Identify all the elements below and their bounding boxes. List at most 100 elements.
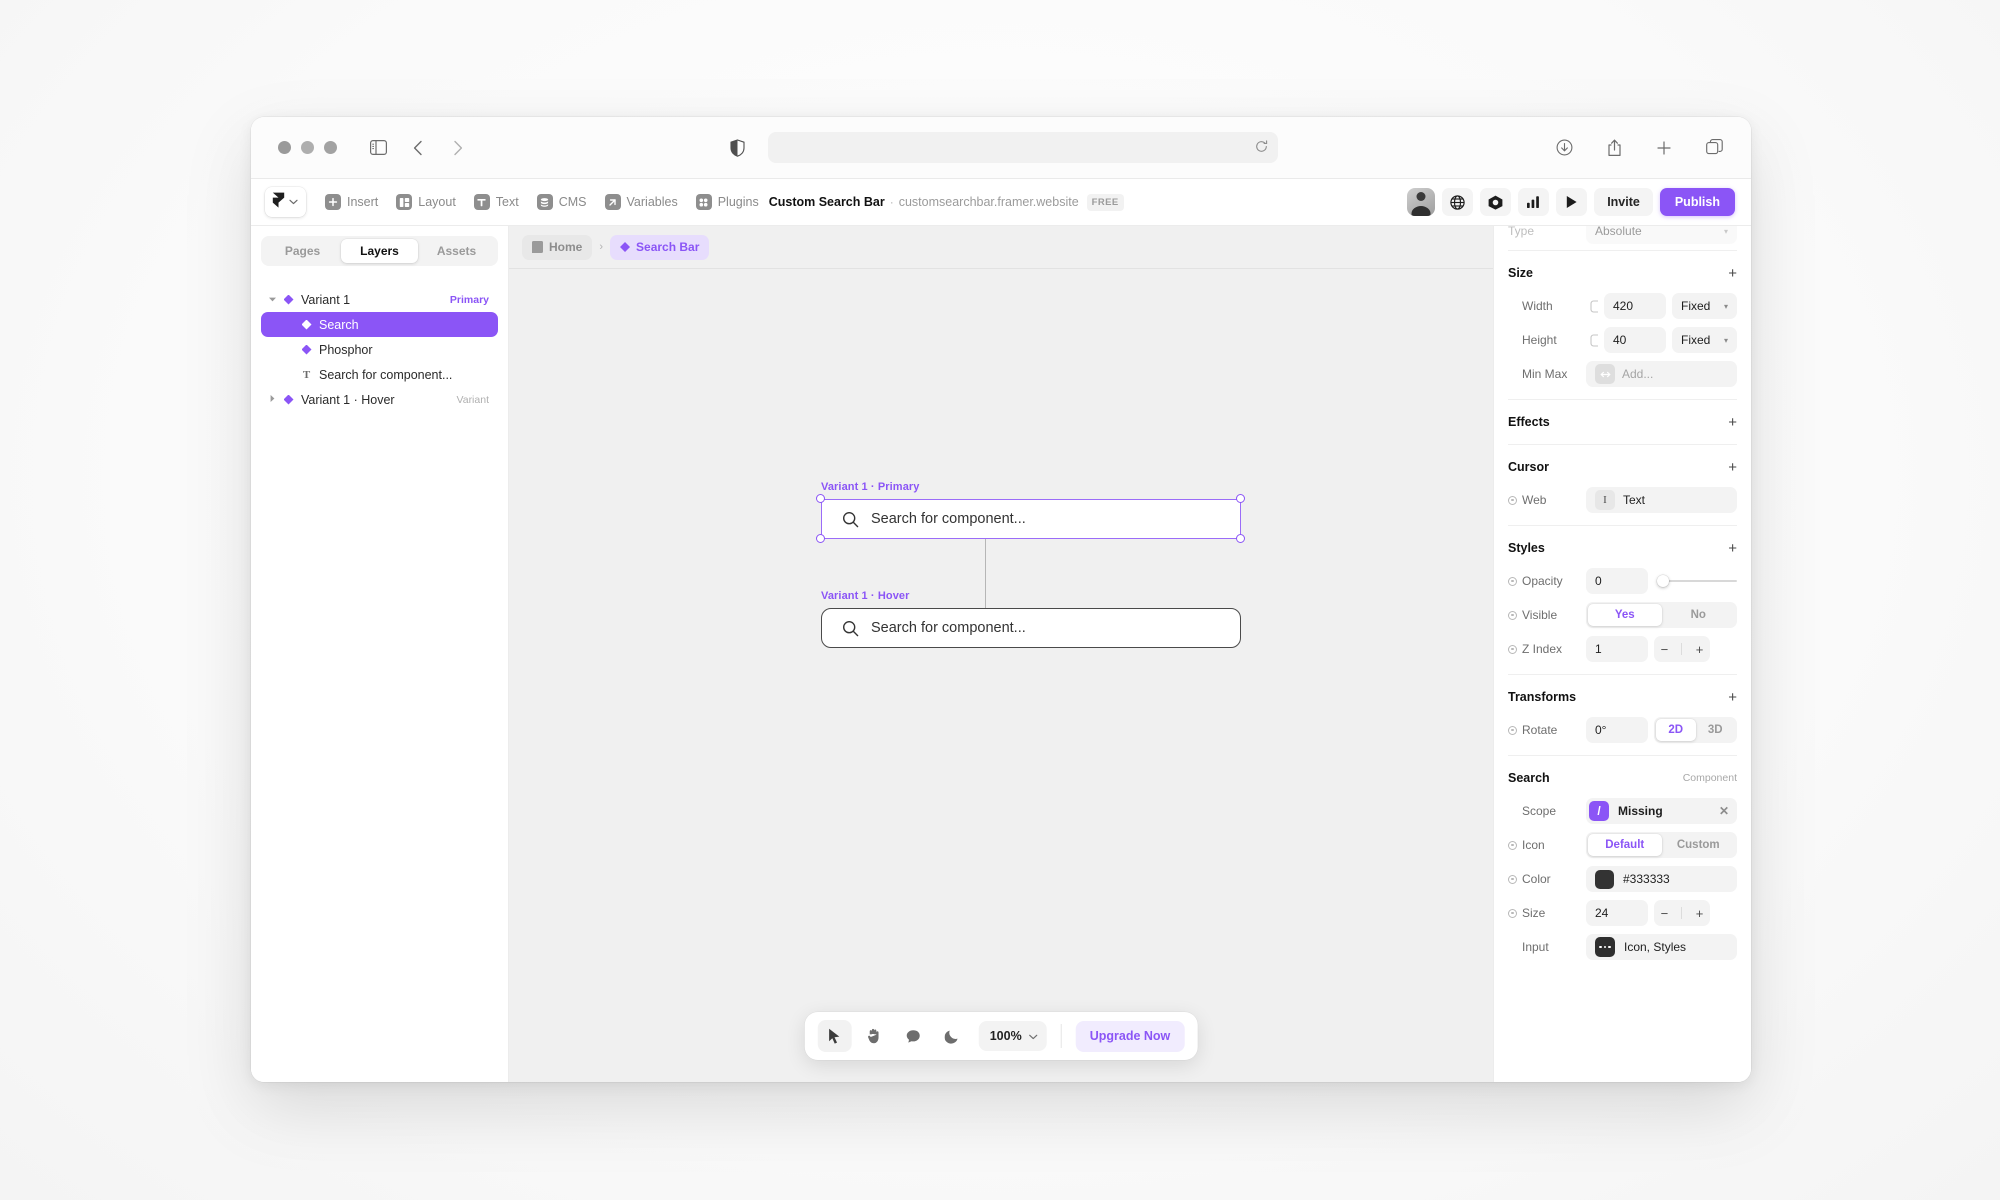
hand-tool-icon[interactable] [857,1020,891,1052]
variant-label-primary[interactable]: Variant 1 · Primary [821,481,920,493]
resize-handle-bottom-left[interactable] [816,534,825,543]
link-dimensions-icon[interactable] [1586,299,1604,313]
chevron-right-icon[interactable] [445,135,471,161]
mode-3d-option[interactable]: 3D [1696,719,1736,741]
width-input[interactable]: 420 [1604,293,1666,319]
animatable-icon[interactable] [1508,725,1517,735]
layer-row-variant-1-hover[interactable]: Variant 1 · Hover Variant [261,387,498,412]
link-dimensions-icon-2[interactable] [1586,333,1604,347]
add-transform-button[interactable]: + [1728,690,1737,705]
minmax-add-field[interactable]: Add... [1586,361,1737,387]
copy-tabs-icon[interactable] [1701,135,1727,161]
opacity-input[interactable]: 0 [1586,568,1648,594]
dark-mode-tool-icon[interactable] [935,1020,969,1052]
invite-button[interactable]: Invite [1594,188,1653,216]
animatable-icon[interactable] [1508,576,1517,586]
upgrade-now-button[interactable]: Upgrade Now [1075,1020,1185,1052]
animatable-icon[interactable] [1508,644,1517,654]
animatable-icon[interactable] [1508,495,1517,505]
url-input[interactable] [768,132,1278,163]
resize-handle-bottom-right[interactable] [1236,534,1245,543]
rotate-input[interactable]: 0° [1586,717,1648,743]
add-size-button[interactable]: + [1728,266,1737,281]
type-select[interactable]: Absolute ▾ [1586,226,1737,244]
toolbar-item-text[interactable]: Text [465,187,528,217]
zindex-increment-button[interactable]: + [1696,642,1704,657]
toolbar-item-cms[interactable]: CMS [528,187,596,217]
chevron-right-icon[interactable] [265,395,279,404]
tab-assets[interactable]: Assets [418,239,495,263]
window-traffic-lights[interactable] [278,141,337,154]
tab-pages[interactable]: Pages [264,239,341,263]
visible-yes-option[interactable]: Yes [1588,604,1662,626]
animatable-icon[interactable] [1508,874,1517,884]
animatable-icon[interactable] [1508,840,1517,850]
publish-button[interactable]: Publish [1659,188,1735,216]
zindex-decrement-button[interactable]: − [1661,642,1669,657]
height-input[interactable]: 40 [1604,327,1666,353]
canvas[interactable]: Variant 1 · Primary Search for component… [509,268,1493,1082]
input-field[interactable]: Icon, Styles [1586,934,1737,960]
play-icon[interactable] [1556,188,1588,216]
layer-row-variant-1[interactable]: Variant 1 Primary [261,287,498,312]
add-effect-button[interactable]: + [1728,415,1737,430]
zoom-level-selector[interactable]: 100% [978,1021,1047,1051]
breadcrumb-current[interactable]: Search Bar [610,234,710,260]
reload-icon[interactable] [1255,139,1268,156]
framer-logo-button[interactable] [265,187,306,217]
breadcrumb-home[interactable]: Home [522,234,593,260]
tab-layers[interactable]: Layers [341,239,418,263]
plus-icon[interactable] [1651,135,1677,161]
toolbar-item-insert[interactable]: Insert [316,187,387,217]
color-field[interactable]: #333333 [1586,866,1737,892]
record-icon[interactable] [1480,188,1512,216]
layer-row-phosphor[interactable]: Phosphor [261,337,498,362]
cursor-web-select[interactable]: I Text [1586,487,1737,513]
shield-icon[interactable] [724,135,750,161]
slider-knob[interactable] [1657,575,1669,587]
scope-field[interactable]: / Missing ✕ [1586,798,1737,824]
size-increment-button[interactable]: + [1696,906,1704,921]
toolbar-item-variables[interactable]: Variables [596,187,687,217]
size-decrement-button[interactable]: − [1661,906,1669,921]
close-window-button[interactable] [278,141,291,154]
size-input[interactable]: 24 [1586,900,1648,926]
avatar[interactable] [1407,188,1436,216]
icon-custom-option[interactable]: Custom [1662,834,1736,856]
artboard-variant-hover[interactable]: Search for component... [821,608,1241,648]
opacity-slider[interactable] [1657,568,1737,594]
chevron-left-icon[interactable] [405,135,431,161]
toolbar-item-plugins[interactable]: Plugins [687,187,768,217]
visible-no-option[interactable]: No [1662,604,1736,626]
width-mode-select[interactable]: Fixed ▾ [1672,293,1737,319]
globe-icon[interactable] [1442,188,1474,216]
mode-2d-option[interactable]: 2D [1656,719,1696,741]
resize-handle-top-right[interactable] [1236,494,1245,503]
pointer-tool-icon[interactable] [817,1020,852,1052]
zindex-input[interactable]: 1 [1586,636,1648,662]
height-mode-select[interactable]: Fixed ▾ [1672,327,1737,353]
artboard-variant-primary[interactable]: Search for component... [821,499,1241,539]
sidebar-icon[interactable] [365,135,391,161]
color-swatch[interactable] [1595,869,1614,889]
add-style-button[interactable]: + [1728,541,1737,556]
chevron-down-icon[interactable] [265,295,279,304]
search-placeholder-text: Search for component... [871,620,1026,636]
toolbar-item-layout[interactable]: Layout [387,187,465,217]
resize-handle-top-left[interactable] [816,494,825,503]
share-icon[interactable] [1601,135,1627,161]
analytics-icon[interactable] [1518,188,1550,216]
animatable-icon[interactable] [1508,610,1517,620]
row-type[interactable]: Type Absolute ▾ [1508,226,1737,246]
minimize-window-button[interactable] [301,141,314,154]
maximize-window-button[interactable] [324,141,337,154]
icon-default-option[interactable]: Default [1588,834,1662,856]
download-icon[interactable] [1551,135,1577,161]
layer-row-search[interactable]: Search [261,312,498,337]
close-icon[interactable]: ✕ [1719,804,1729,818]
animatable-icon[interactable] [1508,908,1517,918]
variant-label-hover[interactable]: Variant 1 · Hover [821,590,910,602]
comment-tool-icon[interactable] [896,1020,930,1052]
layer-row-search-text[interactable]: T Search for component... [261,362,498,387]
add-cursor-button[interactable]: + [1728,460,1737,475]
